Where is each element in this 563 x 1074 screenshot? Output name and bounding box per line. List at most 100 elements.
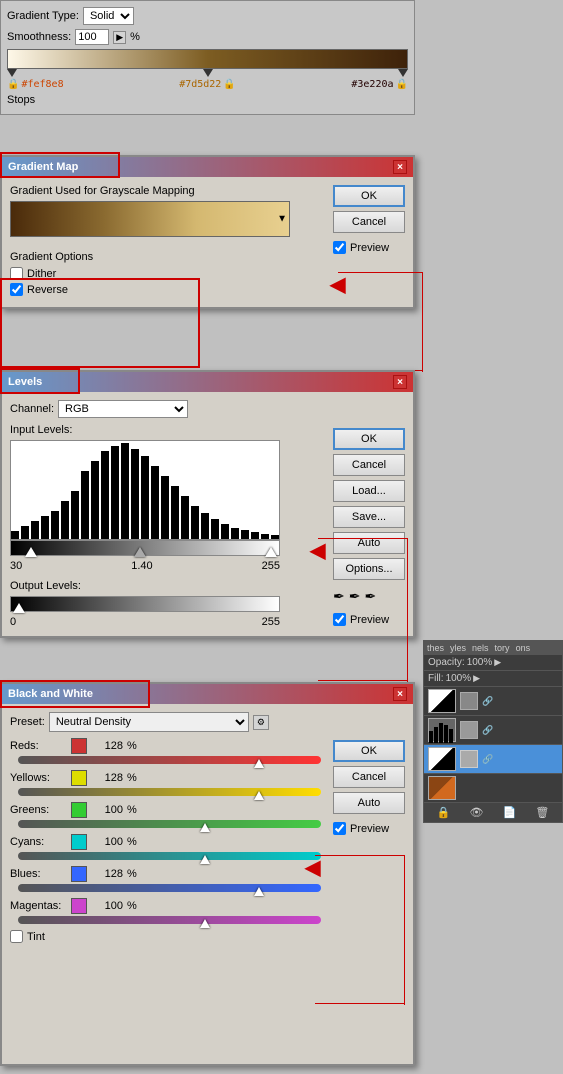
dither-checkbox[interactable] xyxy=(10,267,23,280)
opacity-arrow[interactable]: ▶ xyxy=(494,657,501,668)
gradient-map-close[interactable]: × xyxy=(393,160,407,174)
preset-row: Preset: Neutral Density ⚙ xyxy=(10,712,405,732)
layer-mask-3 xyxy=(460,750,478,768)
input-min-handle[interactable] xyxy=(25,547,37,557)
stop-color-3: #3e220a 🔒 xyxy=(351,79,408,90)
layer-item-1[interactable]: 🔗 xyxy=(424,687,562,716)
input-levels-slider[interactable] xyxy=(10,540,280,556)
levels-close[interactable]: × xyxy=(393,375,407,389)
input-mid-val: 1.40 xyxy=(131,560,152,572)
blues-color-box xyxy=(71,866,87,882)
bw-auto[interactable]: Auto xyxy=(333,792,405,814)
eyedropper-black[interactable]: ✒ xyxy=(333,588,345,605)
layer-link-2: 🔗 xyxy=(482,725,493,736)
eyedropper-row: ✒ ✒ ✒ xyxy=(333,588,405,605)
bw-ok[interactable]: OK xyxy=(333,740,405,762)
blues-slider[interactable] xyxy=(18,884,321,892)
input-mid-handle[interactable] xyxy=(134,547,146,557)
layer-link-3: 🔗 xyxy=(482,754,493,765)
eye-icon[interactable]: 👁 xyxy=(469,806,483,819)
new-layer-icon[interactable]: 📄 xyxy=(503,806,517,819)
bw-close[interactable]: × xyxy=(393,687,407,701)
layer-thumb-2 xyxy=(428,718,456,742)
dither-row: Dither xyxy=(10,267,405,280)
gradient-type-select[interactable]: Solid xyxy=(83,7,134,25)
levels-save[interactable]: Save... xyxy=(333,506,405,528)
dialog-levels: Levels × Channel: RGB Input Levels: xyxy=(0,370,415,638)
greens-slider[interactable] xyxy=(18,820,321,828)
output-levels-slider[interactable] xyxy=(10,596,280,612)
magentas-pct: % xyxy=(127,900,137,912)
channel-row: Channel: RGB xyxy=(10,400,405,418)
layer-link-1: 🔗 xyxy=(482,696,493,707)
gradient-map-title: Gradient Map xyxy=(8,161,78,173)
yellows-slider[interactable] xyxy=(18,788,321,796)
layer-item-4[interactable] xyxy=(424,774,562,803)
levels-title: Levels xyxy=(8,376,42,388)
magentas-slider[interactable] xyxy=(18,916,321,924)
layers-panel: thes yles nels tory ons Opacity: 100% ▶ … xyxy=(423,640,563,823)
stop-arrow-right xyxy=(398,69,408,77)
layer-thumb-1 xyxy=(428,689,456,713)
lock-icon[interactable]: 🔒 xyxy=(437,806,451,819)
cyans-slider[interactable] xyxy=(18,852,321,860)
reds-value: 128 xyxy=(93,740,123,752)
reverse-checkbox[interactable] xyxy=(10,283,23,296)
layer-item-3[interactable]: 🔗 xyxy=(424,745,562,774)
reds-slider[interactable] xyxy=(18,756,321,764)
pct-label: % xyxy=(130,31,140,43)
input-max-handle[interactable] xyxy=(265,547,277,557)
tab-nels[interactable]: nels xyxy=(469,641,492,655)
output-min-handle[interactable] xyxy=(13,603,25,613)
levels-options[interactable]: Options... xyxy=(333,558,405,580)
levels-preview-checkbox[interactable] xyxy=(333,613,346,626)
gradient-map-ok[interactable]: OK xyxy=(333,185,405,207)
tab-tory[interactable]: tory xyxy=(492,641,513,655)
levels-title-bar[interactable]: Levels × xyxy=(2,372,413,392)
gradient-map-title-bar[interactable]: Gradient Map × xyxy=(2,157,413,177)
gradient-map-cancel[interactable]: Cancel xyxy=(333,211,405,233)
histogram xyxy=(10,440,280,540)
eyedropper-white[interactable]: ✒ xyxy=(364,588,376,605)
trash-icon[interactable]: 🗑 xyxy=(535,806,549,819)
gradient-bar-container xyxy=(7,49,408,77)
cyans-color-box xyxy=(71,834,87,850)
fill-arrow[interactable]: ▶ xyxy=(473,673,480,684)
bw-preview-checkbox[interactable] xyxy=(333,822,346,835)
gradient-map-preview-checkbox[interactable] xyxy=(333,241,346,254)
layer-item-2[interactable]: 🔗 xyxy=(424,716,562,745)
tab-yles[interactable]: yles xyxy=(447,641,469,655)
bw-title-bar[interactable]: Black and White × xyxy=(2,684,413,704)
preset-select[interactable]: Neutral Density xyxy=(49,712,249,732)
channel-select[interactable]: RGB xyxy=(58,400,188,418)
output-values-row: 0 255 xyxy=(10,616,280,628)
blues-label: Blues: xyxy=(10,868,65,880)
cyans-row: Cyans: 100 % xyxy=(10,834,405,850)
smoothness-arrow[interactable]: ▶ xyxy=(113,31,126,44)
tab-ons[interactable]: ons xyxy=(513,641,534,655)
levels-auto[interactable]: Auto xyxy=(333,532,405,554)
preset-settings-btn[interactable]: ⚙ xyxy=(253,715,269,730)
bw-cancel[interactable]: Cancel xyxy=(333,766,405,788)
stop-arrow-left xyxy=(7,69,17,77)
levels-load[interactable]: Load... xyxy=(333,480,405,502)
tint-checkbox[interactable] xyxy=(10,930,23,943)
gradient-used-bar[interactable] xyxy=(10,201,290,237)
levels-ok[interactable]: OK xyxy=(333,428,405,450)
levels-cancel[interactable]: Cancel xyxy=(333,454,405,476)
tint-row: Tint xyxy=(10,930,405,943)
smoothness-input[interactable] xyxy=(75,29,109,45)
channel-label: Channel: xyxy=(10,403,54,415)
eyedropper-gray[interactable]: ✒ xyxy=(349,588,361,605)
levels-buttons: OK Cancel Load... Save... Auto Options..… xyxy=(333,428,405,626)
input-values-row: 30 1.40 255 xyxy=(10,560,280,572)
cyans-thumb xyxy=(200,855,210,864)
output-max-val: 255 xyxy=(262,616,280,628)
gradient-preview-bar[interactable] xyxy=(7,49,408,69)
cyans-value: 100 xyxy=(93,836,123,848)
gradient-type-label: Gradient Type: xyxy=(7,10,79,22)
bw-preview-label: Preview xyxy=(350,823,389,835)
reds-label: Reds: xyxy=(10,740,65,752)
tab-thes[interactable]: thes xyxy=(424,641,447,655)
greens-pct: % xyxy=(127,804,137,816)
